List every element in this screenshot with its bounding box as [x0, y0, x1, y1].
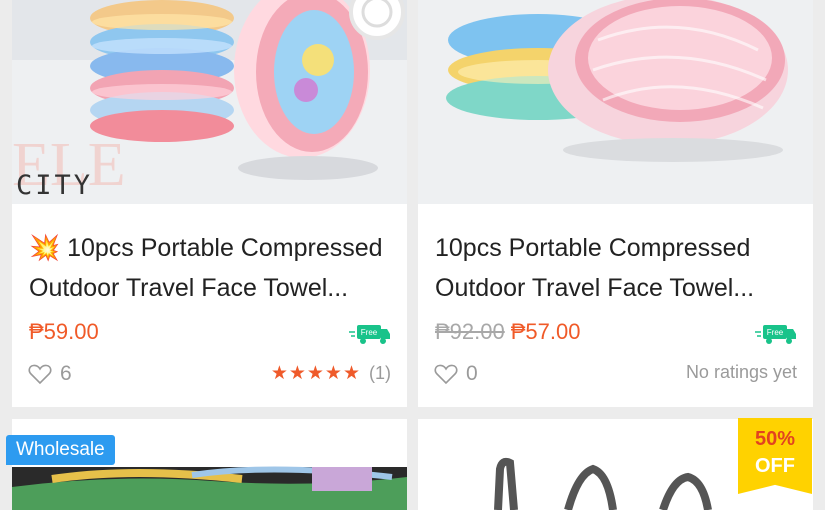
no-ratings-text: No ratings yet — [685, 362, 797, 382]
original-price-2: ₱92.00 — [435, 319, 505, 344]
product-image-2[interactable] — [418, 0, 813, 204]
product-title-2[interactable]: 10pcs Portable Compressed Outdoor Travel… — [435, 228, 799, 308]
watermark-city: CITY — [16, 170, 94, 201]
product-price-1: ₱59.00 — [29, 319, 99, 344]
product-title-1[interactable]: 💥 10pcs Portable Compressed Outdoor Trav… — [29, 228, 393, 308]
towel-rolls-photo-2 — [418, 0, 813, 204]
price-row-1: ₱59.00 — [29, 318, 99, 346]
wholesale-badge: Wholesale — [6, 435, 115, 465]
rating-count-1: (1) — [369, 363, 391, 383]
product-image-1[interactable]: ELE CITY — [12, 0, 407, 204]
likes-1[interactable]: 6 — [28, 360, 72, 388]
likes-count-2: 0 — [466, 362, 478, 385]
free-shipping-truck-icon: Free — [755, 325, 796, 344]
burst-emoji: 💥 — [29, 234, 61, 262]
product-card-2[interactable]: 10pcs Portable Compressed Outdoor Travel… — [418, 0, 813, 407]
star-rating-icons: ★★★★★ — [270, 363, 361, 384]
free-shipping-truck-icon: Free — [349, 325, 390, 344]
product-price-2: ₱57.00 — [510, 319, 581, 344]
price-row-2: ₱92.00 ₱57.00 — [435, 318, 580, 346]
discount-badge: 50% OFF — [738, 418, 812, 494]
free-label: Free — [767, 328, 784, 337]
heart-icon[interactable] — [434, 363, 458, 385]
rating-2: No ratings yet — [686, 362, 797, 383]
likes-count-1: 6 — [60, 362, 72, 385]
discount-off: OFF — [755, 455, 795, 477]
discount-percent: 50% — [754, 428, 796, 450]
likes-2[interactable]: 0 — [434, 360, 478, 388]
heart-icon[interactable] — [28, 363, 52, 385]
free-label: Free — [361, 328, 378, 337]
product-card-1[interactable]: ELE CITY 💥 10pcs Portable Compressed Out… — [12, 0, 407, 407]
rating-1: ★★★★★ (1) — [271, 362, 391, 385]
